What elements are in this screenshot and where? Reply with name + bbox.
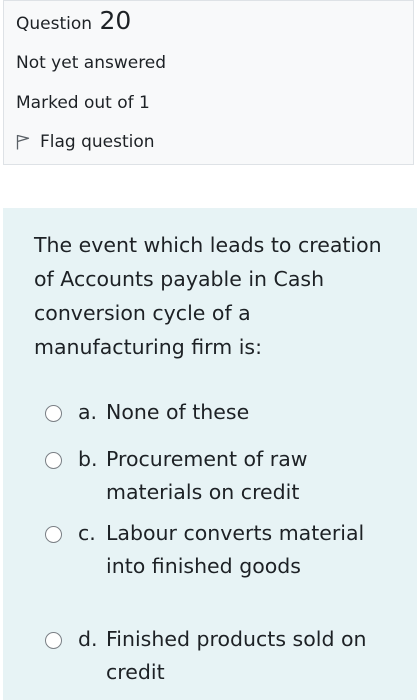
answer-option-d[interactable]: d. Finished products sold on credit: [45, 623, 376, 689]
answer-option-b[interactable]: b. Procurement of raw materials on credi…: [45, 443, 376, 509]
answer-letter: c.: [78, 521, 96, 545]
flag-question-link[interactable]: Flag question: [16, 132, 155, 152]
radio-unchecked-icon[interactable]: [45, 632, 62, 649]
answer-letter: b.: [78, 447, 98, 471]
answer-text: Procurement of raw materials on credit: [106, 447, 308, 504]
answer-text: None of these: [106, 400, 250, 424]
answer-text: Labour converts material into finished g…: [106, 521, 365, 578]
flag-icon: [16, 134, 30, 150]
radio-unchecked-icon[interactable]: [45, 452, 62, 469]
answer-option-a[interactable]: a. None of these: [45, 396, 376, 429]
answer-option-c[interactable]: c. Labour converts material into finishe…: [45, 517, 376, 583]
question-info-panel: Question 20 Not yet answered Marked out …: [3, 0, 414, 165]
question-grade: Marked out of 1: [16, 93, 150, 113]
question-text: The event which leads to creation of Acc…: [34, 233, 382, 359]
question-state: Not yet answered: [16, 53, 167, 73]
question-heading: Question 20: [16, 6, 131, 35]
answer-letter: d.: [78, 627, 98, 651]
question-number: 20: [99, 6, 132, 35]
radio-unchecked-icon[interactable]: [45, 526, 62, 543]
answer-text: Finished products sold on credit: [106, 627, 367, 684]
question-label: Question: [16, 14, 93, 34]
question-content-panel: The event which leads to creation of Acc…: [3, 208, 417, 700]
flag-question-label: Flag question: [40, 132, 155, 152]
radio-unchecked-icon[interactable]: [45, 405, 62, 422]
answer-letter: a.: [78, 400, 98, 424]
